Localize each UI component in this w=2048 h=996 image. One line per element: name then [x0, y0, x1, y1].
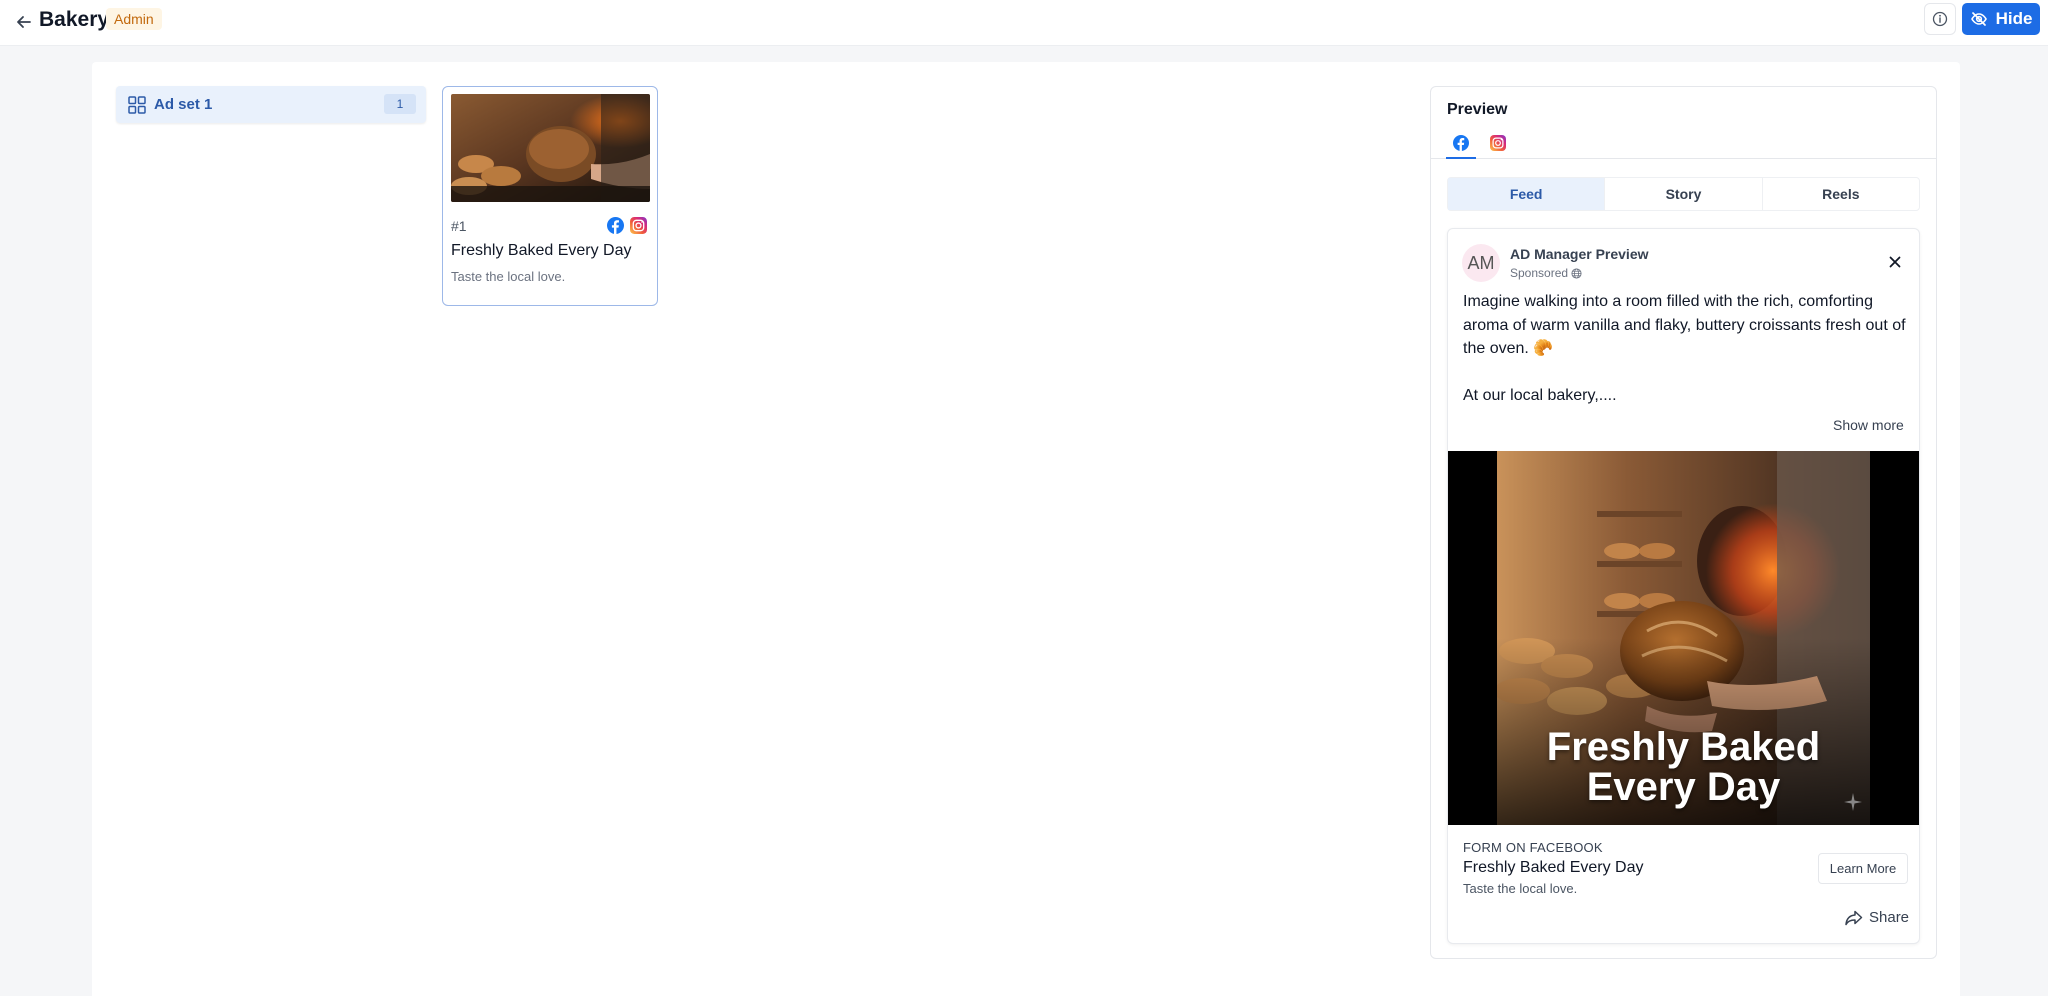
- page-title: Bakery: [39, 8, 110, 31]
- eye-off-icon: [1970, 12, 1987, 26]
- info-button[interactable]: [1924, 3, 1956, 35]
- page-name: AD Manager Preview: [1510, 246, 1649, 262]
- platform-tabs: [1431, 135, 1936, 159]
- cta-description: Taste the local love.: [1463, 881, 1578, 896]
- post-media: Freshly Baked Every Day: [1448, 451, 1919, 825]
- sparkle-icon: [1844, 793, 1862, 811]
- preview-title: Preview: [1447, 101, 1508, 118]
- instagram-icon: [630, 217, 647, 234]
- hide-button[interactable]: Hide: [1962, 3, 2040, 35]
- sponsored-text: Sponsored: [1510, 266, 1569, 280]
- headline-line-2: Every Day: [1586, 765, 1781, 809]
- show-more-link[interactable]: Show more: [1833, 417, 1904, 433]
- back-arrow-icon[interactable]: [12, 10, 36, 34]
- tab-reels[interactable]: Reels: [1761, 178, 1919, 210]
- avatar: AM: [1462, 244, 1500, 282]
- ad-card[interactable]: #1 Freshly Baked Every Day Taste the loc…: [442, 86, 658, 306]
- ad-thumbnail-image: [451, 94, 650, 202]
- post-preview: AM AD Manager Preview Sponsored Imagine …: [1447, 228, 1920, 944]
- ad-platforms: [607, 217, 647, 234]
- cta-title: Freshly Baked Every Day: [1463, 859, 1644, 876]
- ad-title: Freshly Baked Every Day: [451, 242, 632, 259]
- role-badge: Admin: [106, 8, 162, 30]
- share-icon: [1845, 910, 1863, 925]
- tab-story[interactable]: Story: [1604, 178, 1761, 210]
- tab-instagram[interactable]: [1483, 135, 1513, 159]
- tab-facebook[interactable]: [1446, 135, 1476, 159]
- top-bar: Bakery Admin Hide: [0, 0, 2048, 46]
- adset-count-badge: 1: [384, 94, 416, 114]
- post-text-paragraph-1: Imagine walking into a room filled with …: [1463, 293, 1906, 357]
- learn-more-button[interactable]: Learn More: [1818, 853, 1908, 884]
- preview-panel: Preview Feed Story Reels AM AD Manager P…: [1430, 86, 1937, 959]
- tab-feed[interactable]: Feed: [1448, 178, 1605, 210]
- ad-description: Taste the local love.: [451, 269, 566, 284]
- globe-icon: [1571, 267, 1582, 279]
- adset-label: Ad set 1: [154, 96, 213, 113]
- post-image-headline: Freshly Baked Every Day: [1497, 727, 1870, 807]
- cta-caption: FORM ON FACEBOOK: [1463, 840, 1603, 855]
- format-tabs: Feed Story Reels: [1447, 177, 1920, 211]
- adset-item[interactable]: Ad set 1 1: [116, 86, 426, 123]
- facebook-icon: [1453, 135, 1469, 151]
- sponsored-label: Sponsored: [1510, 266, 1582, 280]
- hide-button-label: Hide: [1995, 9, 2033, 28]
- grid-icon: [128, 96, 146, 114]
- ad-number: #1: [451, 218, 467, 234]
- headline-line-1: Freshly Baked: [1546, 725, 1821, 769]
- post-text-paragraph-2: At our local bakery,....: [1463, 387, 1617, 404]
- share-label: Share: [1869, 909, 1910, 926]
- post-primary-text: Imagine walking into a room filled with …: [1463, 290, 1908, 408]
- facebook-icon: [607, 217, 624, 234]
- close-icon[interactable]: [1886, 253, 1904, 271]
- post-image: Freshly Baked Every Day: [1497, 451, 1870, 825]
- info-icon: [1932, 11, 1948, 27]
- share-button[interactable]: Share: [1845, 909, 1909, 926]
- instagram-icon: [1490, 135, 1506, 151]
